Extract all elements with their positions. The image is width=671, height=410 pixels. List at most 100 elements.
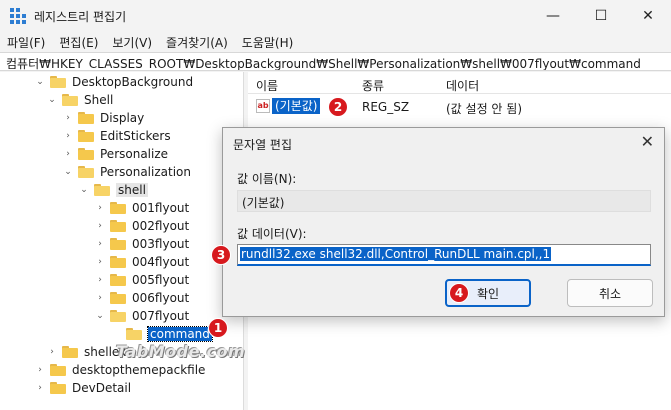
chevron-down-icon[interactable]: ⌄ [78, 181, 90, 199]
tree-item-label: desktopthemepackfile [72, 363, 206, 377]
chevron-down-icon[interactable]: ⌄ [62, 163, 74, 181]
chevron-right-icon[interactable]: › [94, 271, 106, 289]
string-value-icon: ab [256, 99, 270, 113]
menu-file[interactable]: 파일(F) [0, 32, 52, 52]
chevron-down-icon[interactable]: ⌄ [94, 307, 106, 325]
chevron-right-icon[interactable]: › [94, 217, 106, 235]
column-header-name[interactable]: 이름 [256, 77, 278, 94]
tree-item-command[interactable]: command [110, 325, 213, 343]
step-badge-2: 2 [328, 97, 348, 117]
folder-icon [78, 148, 94, 160]
chevron-placeholder [110, 325, 122, 343]
edit-string-dialog: 문자열 편집 ✕ 값 이름(N): (기본값) 값 데이터(V): rundll… [222, 127, 665, 317]
list-header: 이름 종류 데이터 [248, 72, 671, 94]
value-data: (값 설정 안 됨) [446, 102, 523, 116]
folder-icon [50, 382, 66, 394]
value-name-label: 값 이름(N): [237, 172, 297, 186]
chevron-right-icon[interactable]: › [62, 145, 74, 163]
tree-item-label: EditStickers [100, 129, 171, 143]
column-header-type[interactable]: 종류 [362, 77, 384, 94]
folder-icon [110, 274, 126, 286]
tree-item-label: 005flyout [132, 273, 190, 287]
folder-icon [78, 130, 94, 142]
registry-editor-icon [10, 8, 26, 24]
folder-open-icon [50, 76, 66, 88]
chevron-right-icon[interactable]: › [94, 199, 106, 217]
value-data-input[interactable]: rundll32.exe shell32.dll,Control_RunDLL … [237, 244, 651, 266]
folder-icon [110, 238, 126, 250]
folder-open-icon [62, 94, 78, 106]
column-header-data[interactable]: 데이터 [446, 77, 479, 94]
tree-item-002flyout[interactable]: › 002flyout [94, 217, 189, 235]
tree-item-display[interactable]: › Display [62, 109, 144, 127]
tree-item-personalization[interactable]: ⌄ Personalization [62, 163, 191, 181]
folder-open-icon [126, 328, 142, 340]
list-item-default[interactable]: ab (기본값) REG_SZ (값 설정 안 됨) [248, 96, 671, 116]
tree-item-label: 003flyout [132, 237, 190, 251]
tree-item-devdetail[interactable]: › DevDetail [34, 379, 131, 397]
value-data-text: rundll32.exe shell32.dll,Control_RunDLL … [240, 247, 552, 261]
maximize-button[interactable]: ☐ [578, 0, 624, 32]
tree-item-005flyout[interactable]: › 005flyout [94, 271, 189, 289]
minimize-button[interactable]: — [530, 0, 576, 32]
tree-item-label: Display [100, 111, 145, 125]
tree-item-shellex[interactable]: › shellex [46, 343, 126, 361]
tree-item-label: command [147, 326, 213, 342]
tree-item-desktopbackground[interactable]: ⌄ DesktopBackground [34, 73, 193, 91]
chevron-right-icon[interactable]: › [62, 127, 74, 145]
folder-icon [110, 292, 126, 304]
chevron-right-icon[interactable]: › [34, 379, 46, 397]
dialog-close-icon[interactable]: ✕ [641, 132, 654, 151]
menu-view[interactable]: 보기(V) [105, 32, 159, 52]
folder-icon [110, 220, 126, 232]
tree-item-editstickers[interactable]: › EditStickers [62, 127, 171, 145]
chevron-right-icon[interactable]: › [34, 361, 46, 379]
folder-open-icon [94, 184, 110, 196]
tree-item-shell[interactable]: ⌄ Shell [46, 91, 113, 109]
tree-item-006flyout[interactable]: › 006flyout [94, 289, 189, 307]
menu-bar: 파일(F) 편집(E) 보기(V) 즐겨찾기(A) 도움말(H) [0, 32, 671, 52]
address-bar[interactable]: 컴퓨터₩HKEY_CLASSES_ROOT₩DesktopBackground₩… [0, 52, 671, 71]
folder-icon [78, 112, 94, 124]
dialog-title: 문자열 편집 [233, 138, 293, 152]
folder-icon [62, 346, 78, 358]
tree-item-label: 004flyout [132, 255, 190, 269]
tree-item-label: 006flyout [132, 291, 190, 305]
folder-open-icon [78, 166, 94, 178]
tree-item-desktopthemepackfile[interactable]: › desktopthemepackfile [34, 361, 205, 379]
watermark: TabMode.com [116, 342, 246, 361]
cancel-button[interactable]: 취소 [567, 279, 653, 307]
chevron-right-icon[interactable]: › [46, 343, 58, 361]
tree-item-label: Personalize [100, 147, 169, 161]
chevron-right-icon[interactable]: › [94, 289, 106, 307]
folder-open-icon [110, 310, 126, 322]
folder-icon [50, 364, 66, 376]
tree-item-label: Personalization [100, 165, 191, 179]
chevron-down-icon[interactable]: ⌄ [34, 73, 46, 91]
chevron-down-icon[interactable]: ⌄ [46, 91, 58, 109]
window-title: 레지스트리 편집기 [34, 10, 127, 24]
tree-item-label: shell [116, 183, 148, 197]
menu-edit[interactable]: 편집(E) [52, 32, 105, 52]
tree-item-004flyout[interactable]: › 004flyout [94, 253, 189, 271]
tree-item-label: Shell [84, 93, 114, 107]
chevron-right-icon[interactable]: › [62, 109, 74, 127]
tree-item-shell-sub[interactable]: ⌄ shell [78, 181, 148, 199]
tree-item-001flyout[interactable]: › 001flyout [94, 199, 189, 217]
close-button[interactable]: ✕ [625, 0, 671, 32]
tree-item-label: DevDetail [72, 381, 132, 395]
tree-item-label: 007flyout [132, 309, 190, 323]
tree-item-003flyout[interactable]: › 003flyout [94, 235, 189, 253]
chevron-right-icon[interactable]: › [94, 253, 106, 271]
chevron-right-icon[interactable]: › [94, 235, 106, 253]
tree-item-personalize[interactable]: › Personalize [62, 145, 168, 163]
menu-help[interactable]: 도움말(H) [235, 32, 301, 52]
step-badge-1: 1 [208, 318, 228, 338]
tree-item-007flyout[interactable]: ⌄ 007flyout [94, 307, 189, 325]
value-name: (기본값) [272, 98, 321, 114]
tree-item-label: 001flyout [132, 201, 190, 215]
folder-icon [110, 202, 126, 214]
menu-favorites[interactable]: 즐겨찾기(A) [159, 32, 235, 52]
step-badge-4: 4 [449, 283, 469, 303]
title-bar: 레지스트리 편집기 — ☐ ✕ [0, 0, 671, 32]
